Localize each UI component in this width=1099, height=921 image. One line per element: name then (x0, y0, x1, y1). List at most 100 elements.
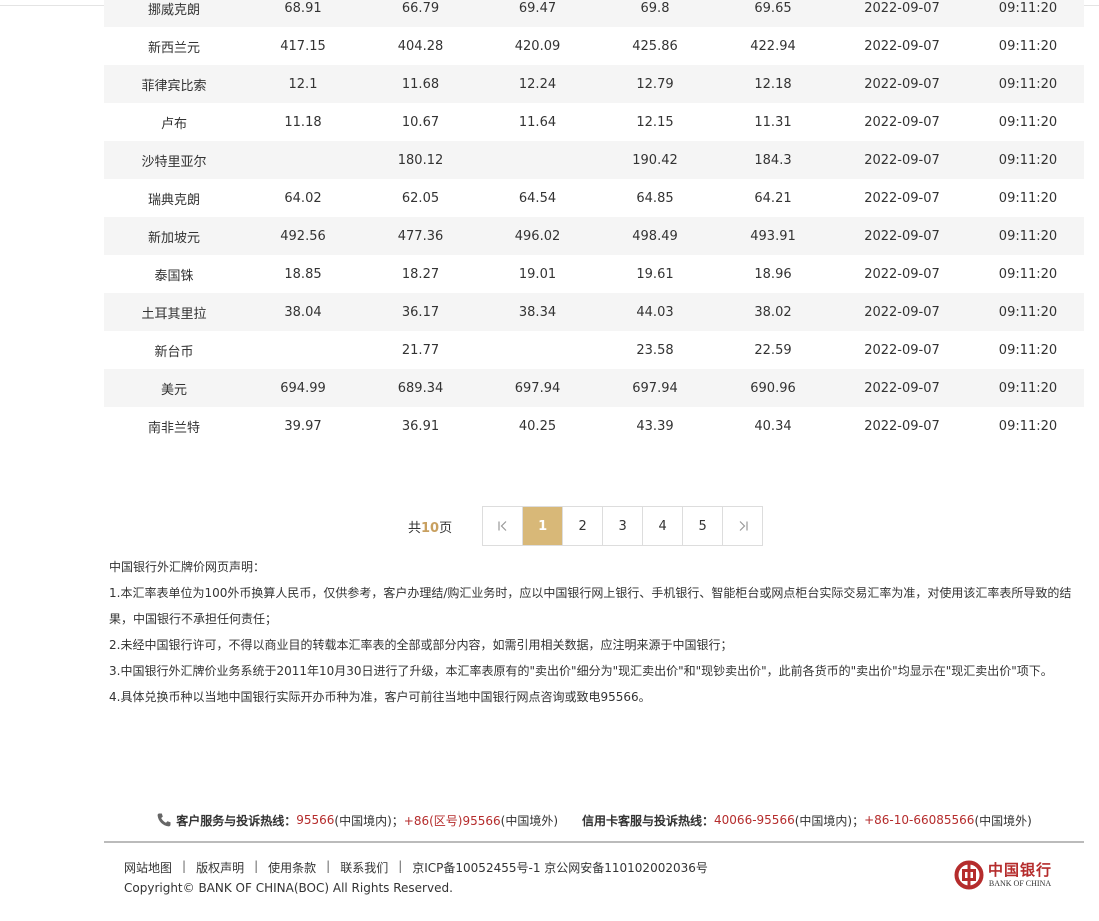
page-button-1[interactable]: 1 (522, 507, 563, 545)
rate-cell: 425.86 (596, 27, 714, 65)
rate-cell: 21.77 (362, 331, 479, 369)
rate-cell: 69.8 (596, 0, 714, 27)
rate-cell: 66.79 (362, 0, 479, 27)
rate-cell: 09:11:20 (972, 103, 1084, 141)
copyright-text: Copyright© BANK OF CHINA(BOC) All Rights… (124, 881, 453, 895)
rate-cell: 12.15 (596, 103, 714, 141)
footer-links: 网站地图 | 版权声明 | 使用条款 | 联系我们 | 京ICP备1005245… (124, 859, 708, 876)
disclaimer-item: 2.未经中国银行许可，不得以商业目的转载本汇率表的全部或部分内容，如需引用相关数… (109, 638, 733, 652)
service-hotline-domestic-region: (中国境内)； (334, 813, 404, 828)
logo-english-name: BANK OF CHINA (988, 879, 1052, 888)
rate-cell: 697.94 (479, 369, 596, 407)
rate-cell: 38.34 (479, 293, 596, 331)
rate-cell: 11.31 (714, 103, 832, 141)
rate-cell: 36.17 (362, 293, 479, 331)
table-row: 土耳其里拉 38.04 36.17 38.34 44.03 38.02 2022-09-07… (104, 293, 1084, 331)
rate-cell: 62.05 (362, 179, 479, 217)
first-page-button[interactable] (483, 507, 522, 545)
table-row: 挪威克朗 68.91 66.79 69.47 69.8 69.65 2022-09-07 09… (104, 0, 1084, 27)
logo-chinese-name: 中国银行 (988, 861, 1053, 879)
disclaimer-item: 4.具体兑换币种以当地中国银行实际开办币种为准，客户可前往当地中国银行网点咨询或… (109, 690, 651, 704)
rate-cell: 69.47 (479, 0, 596, 27)
rate-cell: 2022-09-07 (832, 293, 972, 331)
rate-cell: 2022-09-07 (832, 255, 972, 293)
service-hotline-overseas: +86(区号)95566 (403, 813, 501, 828)
currency-name-cell: 瑞典克朗 (104, 179, 244, 217)
footer-divider (104, 841, 1084, 843)
boc-logo-icon (954, 860, 984, 890)
page-total: 共10页 (408, 520, 453, 536)
rate-cell: 64.02 (244, 179, 362, 217)
rate-cell: 184.3 (714, 141, 832, 179)
rate-cell: 09:11:20 (972, 141, 1084, 179)
rate-cell: 498.49 (596, 217, 714, 255)
rate-cell: 2022-09-07 (832, 369, 972, 407)
rate-cell: 2022-09-07 (832, 141, 972, 179)
rate-cell: 493.91 (714, 217, 832, 255)
rate-cell: 11.64 (479, 103, 596, 141)
service-hotline-label: 客户服务与投诉热线： (176, 813, 297, 828)
rate-cell (244, 331, 362, 369)
boc-logo[interactable]: 中国银行 BANK OF CHINA (954, 860, 1052, 890)
rate-cell: 12.18 (714, 65, 832, 103)
card-hotline-domestic: 40066-95566 (714, 813, 795, 827)
page-button-5[interactable]: 5 (682, 507, 722, 545)
rate-cell: 09:11:20 (972, 255, 1084, 293)
last-page-icon (739, 521, 748, 531)
service-hotline-domestic: 95566 (296, 813, 335, 827)
rate-cell: 2022-09-07 (832, 0, 972, 27)
disclaimer: 中国银行外汇牌价网页声明： 1.本汇率表单位为100外币换算人民币，仅供参考，客… (109, 554, 1079, 710)
rate-cell: 180.12 (362, 141, 479, 179)
rate-cell: 496.02 (479, 217, 596, 255)
hotline-bar: 客户服务与投诉热线： 95566 (中国境内)； +86(区号)95566 (中… (104, 806, 1084, 834)
footer-link-sitemap[interactable]: 网站地图 (124, 859, 172, 876)
rate-cell: 2022-09-07 (832, 103, 972, 141)
table-row: 美元 694.99 689.34 697.94 697.94 690.96 2022-09-… (104, 369, 1084, 407)
rate-cell (479, 141, 596, 179)
disclaimer-item: 1.本汇率表单位为100外币换算人民币，仅供参考，客户办理结/购汇业务时，应以中… (109, 586, 1072, 626)
rate-cell: 22.59 (714, 331, 832, 369)
rate-cell: 2022-09-07 (832, 217, 972, 255)
first-page-icon (498, 521, 507, 531)
page-button-4[interactable]: 4 (642, 507, 682, 545)
card-hotline-domestic-region: (中国境内)； (794, 813, 865, 828)
rate-cell: 23.58 (596, 331, 714, 369)
rate-cell: 18.27 (362, 255, 479, 293)
currency-name-cell: 新加坡元 (104, 217, 244, 255)
rate-cell: 68.91 (244, 0, 362, 27)
rate-cell: 417.15 (244, 27, 362, 65)
footer-link-terms[interactable]: 使用条款 (268, 859, 316, 876)
rate-cell: 2022-09-07 (832, 179, 972, 217)
rate-cell: 64.54 (479, 179, 596, 217)
rate-cell: 18.96 (714, 255, 832, 293)
currency-name-cell: 新西兰元 (104, 27, 244, 65)
rate-cell: 12.1 (244, 65, 362, 103)
card-hotline-overseas: +86-10-66085566 (864, 813, 975, 827)
rate-cell: 09:11:20 (972, 0, 1084, 27)
rate-cell: 190.42 (596, 141, 714, 179)
page-button-3[interactable]: 3 (602, 507, 642, 545)
table-row: 新台币 21.77 23.58 22.59 2022-09-07 09:11:20 (104, 331, 1084, 369)
table-row: 沙特里亚尔 180.12 190.42 184.3 2022-09-07 09:11:20 (104, 141, 1084, 179)
page-buttons: 1 2 3 4 5 (482, 506, 764, 546)
last-page-button[interactable] (722, 507, 762, 545)
footer-link-copyright[interactable]: 版权声明 (196, 859, 244, 876)
rate-cell: 64.85 (596, 179, 714, 217)
rate-cell: 09:11:20 (972, 331, 1084, 369)
rate-cell: 39.97 (244, 407, 362, 445)
rate-cell: 422.94 (714, 27, 832, 65)
table-row: 南非兰特 39.97 36.91 40.25 43.39 40.34 2022-09-07 0… (104, 407, 1084, 445)
page-button-2[interactable]: 2 (562, 507, 602, 545)
rate-cell (244, 141, 362, 179)
rate-cell: 38.02 (714, 293, 832, 331)
table-row: 泰国铢 18.85 18.27 19.01 19.61 18.96 2022-09-07 09… (104, 255, 1084, 293)
rate-cell: 477.36 (362, 217, 479, 255)
footer-link-contact[interactable]: 联系我们 (340, 859, 388, 876)
rate-cell: 2022-09-07 (832, 407, 972, 445)
rate-cell: 12.79 (596, 65, 714, 103)
rate-cell: 64.21 (714, 179, 832, 217)
rate-cell: 689.34 (362, 369, 479, 407)
rate-cell: 11.18 (244, 103, 362, 141)
rate-cell: 2022-09-07 (832, 27, 972, 65)
rate-cell: 404.28 (362, 27, 479, 65)
